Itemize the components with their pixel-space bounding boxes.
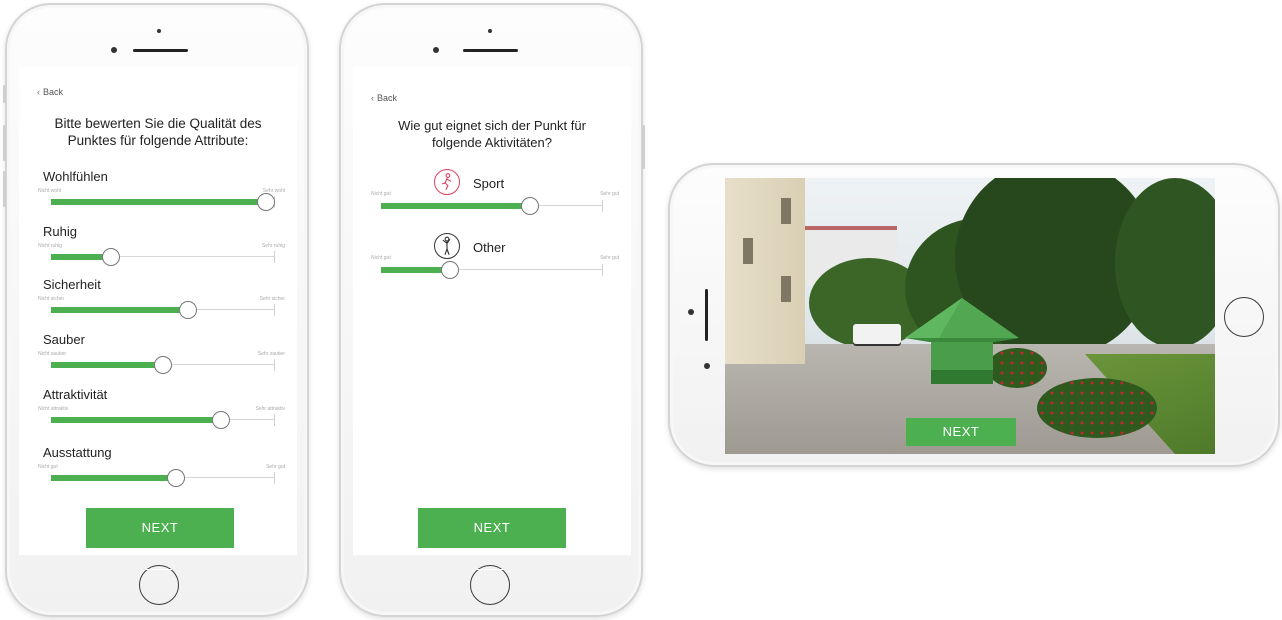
earpiece-speaker <box>705 289 708 341</box>
rating-slider[interactable] <box>51 248 275 266</box>
front-camera <box>704 363 710 369</box>
screen-rating-attributes: ‹ Back Bitte bewerten Sie die Qualität de… <box>19 67 297 555</box>
attribute-label: Wohlfühlen <box>43 169 108 184</box>
slider-fill <box>51 307 188 313</box>
rating-slider[interactable] <box>51 469 275 487</box>
slider-thumb[interactable] <box>154 356 172 374</box>
slider-fill <box>381 267 450 273</box>
proximity-sensor <box>157 29 161 33</box>
screen-rating-activities: ‹ Back Wie gut eignet sich der Punkt für … <box>353 67 631 555</box>
slider-end-tick <box>274 359 275 371</box>
chevron-left-icon: ‹ <box>371 93 374 103</box>
running-icon <box>434 169 460 195</box>
slider-thumb[interactable] <box>102 248 121 266</box>
activity-label: Sport <box>473 176 505 191</box>
slider-thumb[interactable] <box>257 193 276 211</box>
front-camera <box>433 47 439 53</box>
activity-row: Sport Nicht gut Sehr gut <box>353 169 631 229</box>
volume-up-button <box>3 125 6 161</box>
slider-end-tick <box>602 264 603 276</box>
attribute-label: Sicherheit <box>43 277 101 292</box>
window <box>743 238 753 264</box>
slider-thumb[interactable] <box>178 301 197 319</box>
rating-row: Attraktivität Nicht attraktiv Sehr attrakt… <box>19 387 297 437</box>
slider-end-tick <box>274 251 275 263</box>
flower-bed <box>1037 378 1157 438</box>
building <box>725 178 805 364</box>
rating-row: Ausstattung Nicht gut Sehr gut <box>19 445 297 495</box>
phone-rating-attributes: ‹ Back Bitte bewerten Sie die Qualität de… <box>3 3 309 617</box>
rating-row: Ruhig Nicht ruhig Sehr ruhig <box>19 224 297 274</box>
page-title: Bitte bewerten Sie die Qualität des Punk… <box>19 115 297 149</box>
proximity-sensor <box>688 309 694 315</box>
slider-end-tick <box>274 414 275 426</box>
slider-thumb[interactable] <box>167 469 186 487</box>
back-label: Back <box>377 93 398 103</box>
back-button[interactable]: ‹ Back <box>371 93 397 103</box>
rating-row: Wohlfühlen Nicht wohl Sehr wohl <box>19 169 297 219</box>
title-line-2: Punktes für folgende Attribute: <box>67 133 249 148</box>
window <box>781 276 791 302</box>
back-label: Back <box>43 87 64 97</box>
rating-slider[interactable] <box>51 301 275 319</box>
slider-fill <box>51 199 267 205</box>
title-line-1: Wie gut eignet sich der Punkt für <box>398 118 586 133</box>
title-line-2: folgende Aktivitäten? <box>432 135 552 150</box>
ar-camera-view: NEXT <box>725 178 1215 454</box>
activity-row: Other Nicht gut Sehr gut <box>353 233 631 293</box>
activity-label: Other <box>473 240 506 255</box>
power-button <box>642 125 645 169</box>
title-line-1: Bitte bewerten Sie die Qualität des <box>54 116 262 131</box>
earpiece-speaker <box>133 49 188 52</box>
slider-fill <box>51 475 177 481</box>
chevron-left-icon: ‹ <box>37 87 40 97</box>
front-camera <box>111 47 117 53</box>
home-button[interactable] <box>470 565 510 605</box>
slider-end-tick <box>274 472 275 484</box>
attribute-label: Ruhig <box>43 224 77 239</box>
slider-thumb[interactable] <box>440 261 459 279</box>
slider-thumb[interactable] <box>212 411 231 429</box>
home-button[interactable] <box>1224 297 1264 337</box>
earpiece-speaker <box>463 49 518 52</box>
slider-fill <box>381 203 530 209</box>
rating-slider[interactable] <box>51 411 275 429</box>
standing-icon <box>434 233 460 259</box>
slider-fill <box>51 417 222 423</box>
window <box>781 198 791 224</box>
attribute-label: Attraktivität <box>43 387 108 402</box>
mute-switch <box>3 85 6 103</box>
attribute-label: Ausstattung <box>43 445 112 460</box>
proximity-sensor <box>488 29 492 33</box>
rating-row: Sicherheit Nicht sicher Sehr sicher <box>19 277 297 327</box>
attribute-label: Sauber <box>43 332 85 347</box>
activity-slider[interactable] <box>381 197 603 215</box>
slider-end-tick <box>274 304 275 316</box>
forward-arrow-icon <box>905 298 1019 384</box>
rating-slider[interactable] <box>51 193 276 211</box>
rating-slider[interactable] <box>51 356 275 374</box>
back-button[interactable]: ‹ Back <box>37 87 63 97</box>
slider-end-tick <box>602 200 603 212</box>
home-button[interactable] <box>139 565 179 605</box>
next-button[interactable]: NEXT <box>418 508 566 548</box>
phone-ar-navigation: NEXT <box>668 163 1280 467</box>
next-button[interactable]: NEXT <box>906 418 1016 446</box>
slider-thumb[interactable] <box>520 197 539 215</box>
parked-van <box>853 324 901 344</box>
phone-rating-activities: ‹ Back Wie gut eignet sich der Punkt für … <box>339 3 645 617</box>
slider-fill <box>51 362 163 368</box>
next-button[interactable]: NEXT <box>86 508 234 548</box>
rating-row: Sauber Nicht sauber Sehr sauber <box>19 332 297 382</box>
page-title: Wie gut eignet sich der Punkt für folgen… <box>353 117 631 151</box>
volume-down-button <box>3 171 6 207</box>
activity-slider[interactable] <box>381 261 603 279</box>
